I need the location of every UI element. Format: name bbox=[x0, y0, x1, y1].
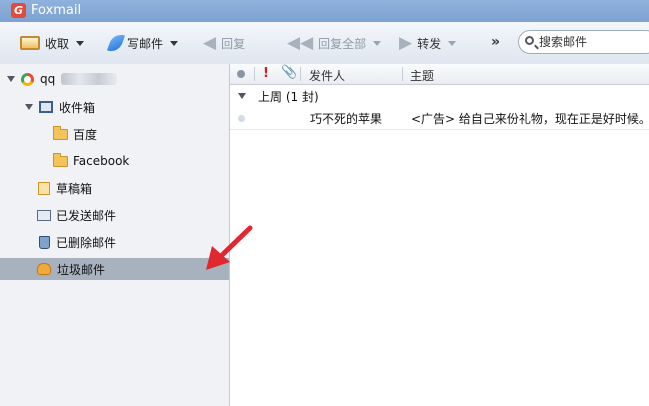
folder-icon bbox=[53, 125, 68, 140]
receive-button[interactable]: 收取 bbox=[20, 22, 85, 64]
sidebar-item-sent[interactable]: 已发送邮件 bbox=[0, 204, 229, 226]
column-header-subject[interactable]: 主题 bbox=[410, 67, 434, 84]
sidebar-item-label: 垃圾邮件 bbox=[57, 262, 106, 277]
folder-icon bbox=[53, 152, 68, 167]
redacted-account-text bbox=[61, 73, 118, 85]
sidebar-item-deleted[interactable]: 已删除邮件 bbox=[0, 231, 229, 253]
title-bar: G Foxmail bbox=[0, 0, 649, 22]
search-icon bbox=[525, 36, 534, 45]
group-header-last-week[interactable]: 上周 (1 封) bbox=[230, 85, 649, 107]
column-divider bbox=[254, 67, 255, 81]
sidebar-item-label: 草稿箱 bbox=[56, 181, 93, 196]
mail-row[interactable]: 巧不死的苹果 <广告> 给自己来份礼物，现在正是好时候。 bbox=[230, 107, 649, 130]
junk-mail-icon bbox=[37, 263, 51, 275]
drafts-icon bbox=[38, 181, 50, 195]
sidebar-item-label: 已删除邮件 bbox=[56, 235, 117, 250]
reply-all-label: 回复全部 bbox=[318, 36, 367, 51]
read-status-dot-icon[interactable] bbox=[238, 115, 245, 122]
column-header-sender[interactable]: 发件人 bbox=[309, 67, 345, 84]
chevron-down-icon[interactable] bbox=[170, 40, 179, 46]
sidebar-item-facebook[interactable]: Facebook bbox=[0, 150, 229, 172]
foxmail-logo-icon: G bbox=[11, 3, 26, 18]
mail-list-header: ! 📎 发件人 主题 bbox=[230, 64, 649, 85]
account-name: qq bbox=[40, 72, 56, 86]
sidebar-item-label: 百度 bbox=[73, 127, 98, 142]
mail-sender: 巧不死的苹果 bbox=[310, 112, 383, 126]
chevron-down-icon[interactable] bbox=[373, 40, 382, 46]
search-input[interactable] bbox=[539, 33, 649, 51]
receive-label: 收取 bbox=[45, 36, 70, 51]
inbox-icon bbox=[39, 101, 53, 113]
reply-label: 回复 bbox=[221, 36, 246, 51]
sidebar-item-drafts[interactable]: 草稿箱 bbox=[0, 177, 229, 199]
forward-button[interactable]: ▶ 转发 bbox=[399, 22, 457, 64]
flag-column-icon[interactable]: ! bbox=[263, 66, 269, 81]
sidebar-item-baidu[interactable]: 百度 bbox=[0, 123, 229, 145]
window-title: Foxmail bbox=[31, 3, 82, 18]
more-toolbar-button[interactable]: » bbox=[491, 34, 500, 50]
sidebar-item-label: Facebook bbox=[73, 154, 130, 168]
trash-can-icon bbox=[39, 235, 50, 249]
mail-list-pane: ! 📎 发件人 主题 上周 (1 封) 巧不死的苹果 <广告> 给自己来份礼物，… bbox=[230, 64, 649, 406]
sidebar-item-label: 已发送邮件 bbox=[56, 208, 117, 223]
sidebar-item-junk[interactable]: 垃圾邮件 bbox=[0, 258, 229, 280]
forward-label: 转发 bbox=[417, 36, 442, 51]
chevron-down-icon[interactable] bbox=[448, 40, 457, 46]
reply-all-arrow-icon: ◀◀ bbox=[287, 32, 314, 53]
chevron-down-icon[interactable] bbox=[76, 40, 85, 46]
sidebar-item-label: 收件箱 bbox=[59, 100, 96, 115]
read-status-column-icon[interactable] bbox=[237, 70, 245, 78]
reply-arrow-icon: ◀ bbox=[203, 32, 217, 53]
feather-pen-icon bbox=[106, 31, 126, 55]
compose-label: 写邮件 bbox=[127, 36, 164, 51]
sidebar-item-inbox[interactable]: 收件箱 bbox=[0, 96, 229, 118]
forward-arrow-icon: ▶ bbox=[399, 32, 413, 53]
attachment-column-icon[interactable]: 📎 bbox=[281, 65, 297, 80]
reply-button[interactable]: ◀ 回复 bbox=[203, 22, 245, 64]
account-icon bbox=[21, 72, 34, 86]
column-divider bbox=[300, 67, 301, 81]
inbox-tray-icon bbox=[20, 36, 40, 50]
search-box[interactable] bbox=[518, 30, 649, 54]
collapse-triangle-icon[interactable] bbox=[238, 93, 246, 99]
group-label: 上周 (1 封) bbox=[258, 90, 319, 104]
compose-button[interactable]: 写邮件 bbox=[106, 22, 179, 64]
column-divider bbox=[402, 67, 403, 81]
reply-all-button[interactable]: ◀◀ 回复全部 bbox=[287, 22, 382, 64]
expand-triangle-icon[interactable] bbox=[25, 104, 33, 110]
sent-mail-icon bbox=[37, 209, 51, 221]
account-row[interactable]: qq bbox=[0, 68, 229, 90]
mail-subject: <广告> 给自己来份礼物，现在正是好时候。 bbox=[411, 112, 649, 126]
expand-triangle-icon[interactable] bbox=[7, 76, 15, 82]
folder-sidebar: qq 收件箱 百度 Facebook 草稿箱 已发送邮件 已删除邮件 垃圾邮件 bbox=[0, 64, 230, 406]
